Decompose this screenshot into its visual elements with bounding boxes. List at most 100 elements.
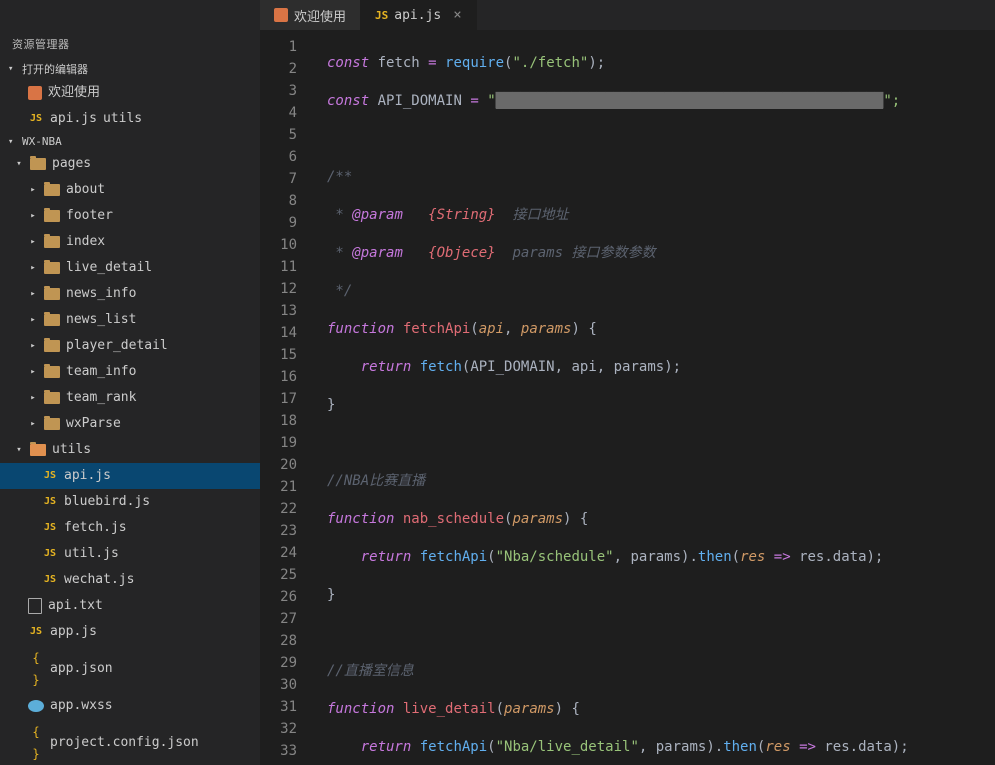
item-label: app.json [50, 658, 113, 680]
item-label: api.js [64, 465, 111, 487]
folder-news-list[interactable]: ▸ news_list [0, 307, 260, 333]
js-icon: JS [42, 491, 58, 513]
chevron-down-icon: ▾ [14, 439, 24, 461]
open-editor-apijs[interactable]: JS api.js utils [0, 106, 260, 132]
file-wechat-js[interactable]: JS wechat.js [0, 567, 260, 593]
item-label: pages [52, 153, 91, 175]
wxss-icon [28, 700, 44, 712]
folder-pages[interactable]: ▾ pages [0, 151, 260, 177]
item-path: utils [103, 108, 142, 130]
folder-live-detail[interactable]: ▸ live_detail [0, 255, 260, 281]
folder-icon [44, 418, 60, 430]
tab-group: 欢迎使用 JS api.js × [260, 0, 477, 30]
item-label: bluebird.js [64, 491, 150, 513]
item-label: footer [66, 205, 113, 227]
folder-about[interactable]: ▸ about [0, 177, 260, 203]
chevron-right-icon: ▸ [28, 309, 38, 331]
close-icon[interactable]: × [453, 7, 461, 23]
folder-icon [44, 288, 60, 300]
folder-icon [30, 158, 46, 170]
folder-icon [30, 444, 46, 456]
chevron-down-icon: ▾ [8, 137, 18, 147]
chevron-right-icon: ▸ [28, 283, 38, 305]
folder-icon [44, 366, 60, 378]
chevron-right-icon: ▸ [28, 205, 38, 227]
item-label: utils [52, 439, 91, 461]
chevron-right-icon: ▸ [28, 413, 38, 435]
item-label: 欢迎使用 [48, 82, 100, 104]
folder-icon [44, 392, 60, 404]
item-label: wxParse [66, 413, 121, 435]
item-label: about [66, 179, 105, 201]
folder-icon [44, 314, 60, 326]
section-label: WX-NBA [22, 135, 62, 148]
editor[interactable]: 1234567891011121314151617181920212223242… [260, 30, 995, 765]
titlebar: 欢迎使用 JS api.js × [0, 0, 995, 30]
file-api-js[interactable]: JS api.js [0, 463, 260, 489]
chevron-down-icon: ▾ [8, 64, 18, 74]
js-icon: JS [42, 569, 58, 591]
json-icon: { } [28, 647, 44, 691]
main: 资源管理器 ▾ 打开的编辑器 欢迎使用 JS api.js utils ▾ WX… [0, 30, 995, 765]
txt-icon [28, 598, 42, 614]
code-area[interactable]: const fetch = require("./fetch"); const … [315, 30, 995, 765]
folder-player-detail[interactable]: ▸ player_detail [0, 333, 260, 359]
chevron-right-icon: ▸ [28, 257, 38, 279]
js-icon: JS [42, 465, 58, 487]
item-label: player_detail [66, 335, 168, 357]
file-project-config[interactable]: { } project.config.json [0, 719, 260, 765]
item-label: app.wxss [50, 695, 113, 717]
explorer-title: 资源管理器 [0, 30, 260, 58]
chevron-right-icon: ▸ [28, 179, 38, 201]
open-editors-header[interactable]: ▾ 打开的编辑器 [0, 58, 260, 80]
folder-icon [44, 236, 60, 248]
folder-team-info[interactable]: ▸team_info [0, 359, 260, 385]
file-bluebird-js[interactable]: JS bluebird.js [0, 489, 260, 515]
folder-icon [44, 184, 60, 196]
js-icon: JS [28, 621, 44, 643]
item-label: api.txt [48, 595, 103, 617]
open-editor-welcome[interactable]: 欢迎使用 [0, 80, 260, 106]
file-util-js[interactable]: JS util.js [0, 541, 260, 567]
folder-footer[interactable]: ▸ footer [0, 203, 260, 229]
welcome-icon [274, 8, 288, 22]
item-label: fetch.js [64, 517, 127, 539]
item-label: news_info [66, 283, 136, 305]
chevron-right-icon: ▸ [28, 335, 38, 357]
folder-index[interactable]: ▸ index [0, 229, 260, 255]
folder-icon [44, 340, 60, 352]
file-app-wxss[interactable]: app.wxss [0, 693, 260, 719]
item-label: index [66, 231, 105, 253]
chevron-right-icon: ▸ [28, 231, 38, 253]
item-label: util.js [64, 543, 119, 565]
item-label: wechat.js [64, 569, 134, 591]
item-label: api.js [50, 108, 97, 130]
tab-welcome[interactable]: 欢迎使用 [260, 0, 361, 30]
line-gutter: 1234567891011121314151617181920212223242… [260, 30, 315, 765]
tab-apijs[interactable]: JS api.js × [361, 0, 477, 30]
folder-wxparse[interactable]: ▸ wxParse [0, 411, 260, 437]
folder-news-info[interactable]: ▸ news_info [0, 281, 260, 307]
file-fetch-js[interactable]: JS fetch.js [0, 515, 260, 541]
js-icon: JS [375, 9, 388, 22]
tab-label: api.js [394, 8, 441, 23]
item-label: live_detail [66, 257, 152, 279]
json-icon: { } [28, 721, 44, 765]
item-label: project.config.json [50, 732, 199, 754]
file-api-txt[interactable]: api.txt [0, 593, 260, 619]
folder-icon [44, 210, 60, 222]
file-app-js[interactable]: JS app.js [0, 619, 260, 645]
file-app-json[interactable]: { } app.json [0, 645, 260, 693]
js-icon: JS [42, 543, 58, 565]
welcome-icon [28, 86, 42, 100]
sidebar: 资源管理器 ▾ 打开的编辑器 欢迎使用 JS api.js utils ▾ WX… [0, 30, 260, 765]
folder-team-rank[interactable]: ▸team_rank [0, 385, 260, 411]
js-icon: JS [42, 517, 58, 539]
item-label: news_list [66, 309, 136, 331]
chevron-right-icon: ▸ [28, 361, 38, 383]
chevron-right-icon: ▸ [28, 387, 38, 409]
item-label: app.js [50, 621, 97, 643]
folder-utils[interactable]: ▾ utils [0, 437, 260, 463]
project-header[interactable]: ▾ WX-NBA [0, 132, 260, 151]
js-icon: JS [28, 108, 44, 130]
